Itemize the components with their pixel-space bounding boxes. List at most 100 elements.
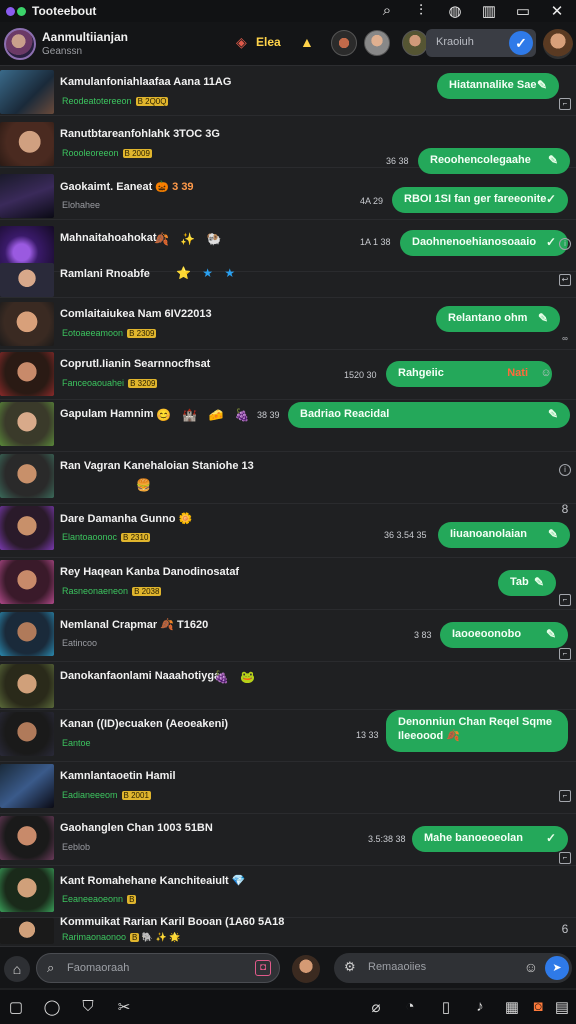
close-icon[interactable]: ✕ [548,2,566,20]
message-bubble[interactable]: Hiatannalike Sae ✎ [437,73,559,99]
list-item[interactable]: Danokanfaonlami Naaahotiyga 🍇 🐸 [0,662,576,710]
profile-avatar[interactable] [543,29,573,59]
emoji-reactions: 🍔 [136,478,155,492]
list-item[interactable]: Kamnlantaoetin Hamil Eadianeeeom B 2001 ⌐ [0,762,576,814]
reply-input[interactable]: ⚙ Remaaoiies ☺ ➤ [334,953,572,983]
item-title: Comlaitaiukea Nam 6IV22013 [60,308,212,320]
item-meta: Reodeatotereeon B 2Q0Q [62,96,169,106]
list-item[interactable]: Kant Romahehane Kanchiteaiult 💎 Eeaneeao… [0,866,576,918]
robot-icon[interactable]: ☺ [540,368,552,380]
item-meta: Rasneonaeneon B 2038 [62,586,162,596]
chat-icon[interactable]: ◯ [42,998,62,1016]
list-item[interactable]: Gaokaimt. Eaneat 🎃 3 39 Elohahee 4A 29 R… [0,172,576,220]
reply-icon[interactable]: ⌐ [559,594,571,606]
window-icon[interactable]: ▭ [514,2,532,20]
link-icon[interactable]: ∞ [559,334,571,346]
list-item[interactable]: Coprutl.Iianin Searnnocfhsat Fanceoaouah… [0,350,576,400]
info-icon[interactable]: i [559,464,571,476]
file-icon[interactable]: ▢ [6,998,26,1016]
search-icon[interactable]: ⌕ [378,2,396,20]
chat-header: Aanmultiianjan Geanssn ◈ Elea ▲ Kraoiuh … [0,22,576,66]
chat-subtitle: Geanssn [42,46,83,57]
thumbnail [0,302,54,346]
edit-icon: ✎ [533,575,544,589]
item-meta: Eadianeeeom B 2001 [62,790,151,800]
thumbnail [0,174,54,218]
reply-placeholder: Remaaoiies [368,961,427,973]
globe-icon[interactable]: ◍ [446,2,464,20]
signal-icon[interactable]: ⫶ [412,2,430,20]
camera-icon[interactable]: ◘ [255,960,271,976]
avatar[interactable] [4,28,36,60]
message-bubble[interactable]: Daohnenoehianosoaaio ✓ [400,230,568,256]
list-item[interactable]: Ramlani Rnoabfe ⭐ ★ ★ ↩ [0,262,576,298]
attach-icon[interactable]: ⌀ [366,998,386,1016]
grid-icon[interactable]: ▥ [480,2,498,20]
list-item[interactable]: Nemlanal Crapmar 🍂 T1620 Eatincoo 3 83 I… [0,610,576,662]
message-bubble[interactable]: Relantano ohm ✎ [436,306,560,332]
shield-icon[interactable]: ⛉ [78,998,98,1015]
item-title: Nemlanal Crapmar 🍂 T1620 [60,619,209,631]
reply-icon[interactable]: ⌐ [559,790,571,802]
list-item[interactable]: Dare Damanha Gunno 🌼 Elantoaoonoc B 2310 … [0,503,576,558]
reply-icon[interactable]: ↩ [559,274,571,286]
list-item[interactable]: Kamulanfoniahlaafaa Aana 11AG Reodeatote… [0,68,576,116]
check-icon[interactable]: ✓ [509,31,533,55]
item-title: Dare Damanha Gunno 🌼 [60,513,193,525]
list-item[interactable]: Ranutbtareanfohlahk 3TOC 3G Roooleoreeon… [0,120,576,174]
music-icon[interactable]: ♪ [470,998,490,1015]
list-item[interactable]: Kanan ((ID)ecuaken (Aeoeakeni) Eantoe 13… [0,710,576,762]
thumbnail [0,612,54,656]
item-title: Gaokaimt. Eaneat 🎃 3 39 [60,181,194,193]
scissors-icon[interactable]: ✂ [114,998,134,1016]
message-bubble[interactable]: Tab ✎ [498,570,556,596]
item-meta: Eeaneeaoeonn B [62,894,137,904]
clock-icon[interactable]: ◔ [400,998,420,1015]
message-bubble[interactable]: Iaooeoonobo ✎ [440,622,568,648]
reply-icon[interactable]: ⌐ [559,98,571,110]
message-bubble[interactable]: Rahgeiic Nati [386,361,552,387]
list-item[interactable]: Gaohanglen Chan 1003 51BN Eeblob 3.5:38 … [0,814,576,866]
thumbnail [0,263,54,297]
list-item[interactable]: Comlaitaiukea Nam 6IV22013 Eotoaeeamoon B… [0,300,576,350]
send-button[interactable]: ➤ [545,956,569,980]
item-title: Rey Haqean Kanba Danodinosataf [60,566,240,578]
message-time: 4A 29 [360,196,384,206]
link-icon[interactable]: 8 [559,503,571,516]
doc-icon[interactable]: ▯ [436,998,456,1016]
thumbnail [0,560,54,604]
message-bubble[interactable]: Iiuanoanolaian ✎ [438,522,570,548]
message-bubble[interactable]: Mahe banoeoeolan ✓ [412,826,568,852]
info-icon[interactable]: i [559,238,571,250]
tag-label[interactable]: Elea [256,35,281,49]
reply-icon[interactable]: ⌐ [559,648,571,660]
member-avatar[interactable] [331,30,357,56]
message-time: 36 38 [386,156,409,166]
list-item[interactable]: Kommuikat Rarian Karil Booan (1A60 5A18 … [0,916,576,944]
message-bubble[interactable]: Reoohencolegaahe ✎ [418,148,570,174]
item-meta: Rarimaonaonoo B 🐘 ✨ 🌟 [62,932,181,942]
star-icons: ⭐ ★ ★ [176,266,240,280]
message-input[interactable]: ⌕ Faomaoraah ◘ [36,953,280,983]
message-bubble[interactable]: RBOI 1SI fan ger fareeonite ✓ [392,187,568,213]
trophy-icon[interactable]: ▲ [300,34,314,50]
message-bubble[interactable]: Badriao Reacidal ✎ [288,402,570,428]
grid-icon[interactable]: ▦ [502,998,522,1016]
member-avatar[interactable] [402,30,428,56]
app-icon[interactable]: ◙ [528,998,548,1015]
list-item[interactable]: Ran Vagran Kanehaloian Staniohe 13 🍔 i [0,452,576,504]
link-icon[interactable]: 6 [559,923,571,936]
member-avatar[interactable] [364,30,390,56]
list-item[interactable]: Rey Haqean Kanba Danodinosataf Rasneonae… [0,558,576,610]
list-item[interactable]: Gapulam Hamnim 😊 🏰 🧀 🍇 38 39 Badriao Rea… [0,400,576,452]
item-meta: Roooleoreeon B 2009 [62,148,152,158]
message-time: 13 33 [356,730,379,740]
avatar[interactable] [292,955,320,983]
reply-icon[interactable]: ⌐ [559,852,571,864]
app-title: Tooteebout [32,4,97,18]
home-icon[interactable]: ⌂ [4,956,30,982]
message-bubble[interactable]: Denonniun Chan Reqel Sqme Ileeoood 🍂 [386,710,568,752]
more-icon[interactable]: ▤ [552,998,572,1016]
emoji-icon[interactable]: ☺ [524,959,538,975]
settings-icon[interactable]: ⚙ [344,959,356,975]
